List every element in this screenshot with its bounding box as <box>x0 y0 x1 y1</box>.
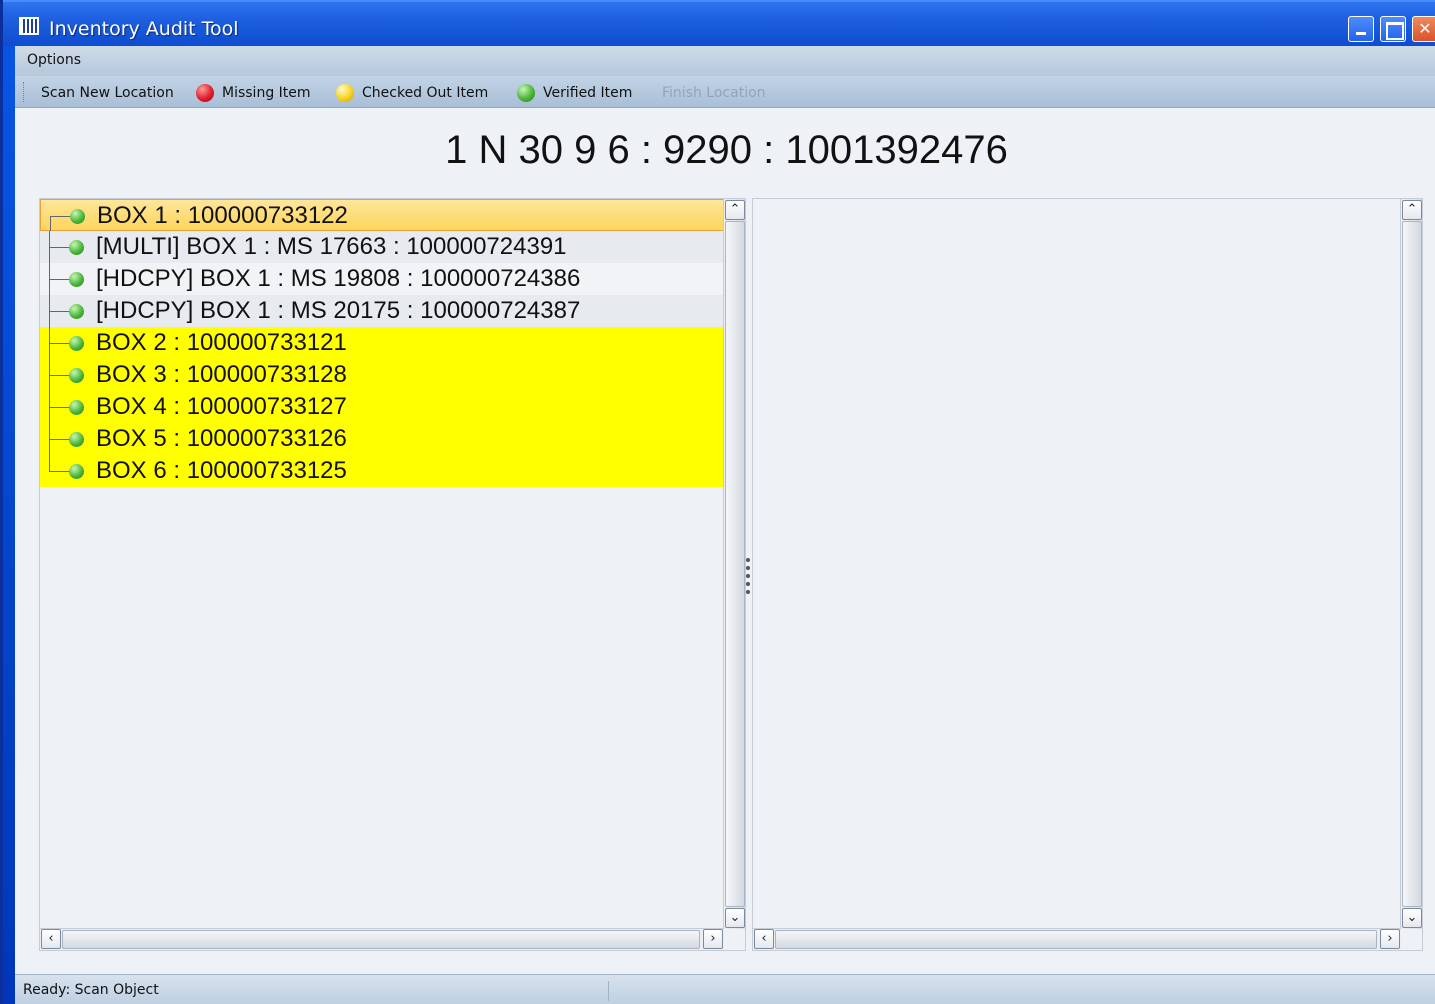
tree-connector <box>49 455 50 471</box>
item-tree[interactable]: BOX 1 : 100000733122 [MULTI] BOX 1 : MS … <box>40 199 724 929</box>
missing-item-label: Missing Item <box>222 85 311 101</box>
maximize-button[interactable] <box>1380 16 1406 42</box>
verified-item-button[interactable]: Verified Item <box>517 82 632 104</box>
tree-item[interactable]: BOX 1 : 100000733122 <box>40 199 724 232</box>
tree-vertical-scroll-thumb[interactable] <box>725 221 745 907</box>
splitter-dot <box>746 582 750 586</box>
verified-status-icon <box>69 368 84 383</box>
missing-item-button[interactable]: Missing Item <box>196 82 311 104</box>
checked-out-status-icon <box>336 84 354 102</box>
tree-item[interactable]: BOX 2 : 100000733121 <box>40 327 724 359</box>
tree-item-label: BOX 2 : 100000733121 <box>96 329 347 356</box>
close-button[interactable]: ✕ <box>1412 16 1435 42</box>
splitter-dot <box>746 558 750 562</box>
window-title: Inventory Audit Tool <box>49 18 239 40</box>
verified-status-icon <box>69 272 84 287</box>
scroll-up-arrow-icon[interactable]: ⌃ <box>725 200 745 220</box>
tree-item-label: [HDCPY] BOX 1 : MS 20175 : 100000724387 <box>96 297 581 324</box>
tree-item-label: BOX 4 : 100000733127 <box>96 393 347 420</box>
status-bar: Ready: Scan Object <box>15 974 1435 1004</box>
client-area: Options Scan New Location Missing Item C… <box>15 46 1435 1004</box>
menu-options[interactable]: Options <box>27 52 81 68</box>
title-bar[interactable]: Inventory Audit Tool ✕ <box>3 0 1435 46</box>
tree-connector <box>49 247 71 248</box>
tree-item[interactable]: BOX 3 : 100000733128 <box>40 359 724 391</box>
splitter-dot <box>746 590 750 594</box>
detail-panel[interactable]: ⌃ ⌄ ‹ › <box>752 198 1423 951</box>
scan-new-location-label: Scan New Location <box>41 85 174 101</box>
menu-bar: Options <box>15 46 1435 76</box>
detail-vertical-scroll-thumb[interactable] <box>1402 221 1422 907</box>
tree-connector <box>49 311 71 312</box>
tree-connector <box>49 471 71 472</box>
checked-out-item-label: Checked Out Item <box>362 85 489 101</box>
tree-item[interactable]: BOX 4 : 100000733127 <box>40 391 724 423</box>
detail-horizontal-scroll-thumb[interactable] <box>775 930 1377 949</box>
tree-item[interactable]: [MULTI] BOX 1 : MS 17663 : 100000724391 <box>40 231 724 263</box>
tree-item[interactable]: [HDCPY] BOX 1 : MS 20175 : 100000724387 <box>40 295 724 327</box>
finish-location-label: Finish Location <box>662 85 766 101</box>
verified-status-icon <box>69 400 84 415</box>
scroll-left-arrow-icon[interactable]: ‹ <box>754 929 774 949</box>
minimize-button[interactable] <box>1348 16 1374 42</box>
barcode-icon <box>19 17 39 35</box>
verified-status-icon <box>69 464 84 479</box>
scroll-left-arrow-icon[interactable]: ‹ <box>41 929 61 949</box>
tree-item[interactable]: BOX 6 : 100000733125 <box>40 455 724 487</box>
scroll-up-arrow-icon[interactable]: ⌃ <box>1402 200 1422 220</box>
finish-location-button[interactable]: Finish Location <box>662 82 766 104</box>
tree-connector <box>49 439 71 440</box>
toolbar-grip[interactable] <box>23 82 25 102</box>
scroll-down-arrow-icon[interactable]: ⌄ <box>725 908 745 928</box>
tree-item-label: BOX 5 : 100000733126 <box>96 425 347 452</box>
tree-item-label: [HDCPY] BOX 1 : MS 19808 : 100000724386 <box>96 265 581 292</box>
tree-item[interactable]: BOX 5 : 100000733126 <box>40 423 724 455</box>
missing-status-icon <box>196 84 214 102</box>
tree-item-label: BOX 6 : 100000733125 <box>96 457 347 484</box>
tree-connector <box>50 216 72 217</box>
verified-item-label: Verified Item <box>543 85 633 101</box>
scroll-right-arrow-icon[interactable]: › <box>703 929 723 949</box>
scroll-down-arrow-icon[interactable]: ⌄ <box>1402 908 1422 928</box>
status-separator <box>608 981 609 1001</box>
detail-horizontal-scrollbar[interactable]: ‹ › <box>753 928 1401 950</box>
app-window: Inventory Audit Tool ✕ Options Scan New … <box>0 0 1435 1004</box>
scan-new-location-button[interactable]: Scan New Location <box>41 82 174 104</box>
item-tree-panel: BOX 1 : 100000733122 [MULTI] BOX 1 : MS … <box>39 198 746 951</box>
tree-item[interactable]: [HDCPY] BOX 1 : MS 19808 : 100000724386 <box>40 263 724 295</box>
checked-out-item-button[interactable]: Checked Out Item <box>336 82 488 104</box>
verified-status-icon <box>517 84 535 102</box>
tree-connector <box>49 407 71 408</box>
tree-connector <box>49 343 71 344</box>
panel-splitter[interactable] <box>745 558 751 594</box>
tree-connector <box>49 375 71 376</box>
verified-status-icon <box>69 336 84 351</box>
tree-item-label: BOX 1 : 100000733122 <box>97 202 348 229</box>
status-text: Ready: Scan Object <box>23 982 159 998</box>
verified-status-icon <box>70 209 85 224</box>
detail-vertical-scrollbar[interactable]: ⌃ ⌄ <box>1400 199 1422 929</box>
verified-status-icon <box>69 240 84 255</box>
tree-connector <box>50 216 51 232</box>
splitter-dot <box>746 574 750 578</box>
verified-status-icon <box>69 304 84 319</box>
location-title: 1 N 30 9 6 : 9290 : 1001392476 <box>445 128 1008 172</box>
tree-horizontal-scrollbar[interactable]: ‹ › <box>40 928 724 950</box>
tree-vertical-scrollbar[interactable]: ⌃ ⌄ <box>723 199 745 929</box>
toolbar: Scan New Location Missing Item Checked O… <box>15 76 1435 108</box>
tree-horizontal-scroll-thumb[interactable] <box>62 930 700 949</box>
tree-item-label: [MULTI] BOX 1 : MS 17663 : 100000724391 <box>96 233 567 260</box>
verified-status-icon <box>69 432 84 447</box>
tree-item-label: BOX 3 : 100000733128 <box>96 361 347 388</box>
splitter-dot <box>746 566 750 570</box>
scroll-right-arrow-icon[interactable]: › <box>1380 929 1400 949</box>
tree-connector <box>49 279 71 280</box>
